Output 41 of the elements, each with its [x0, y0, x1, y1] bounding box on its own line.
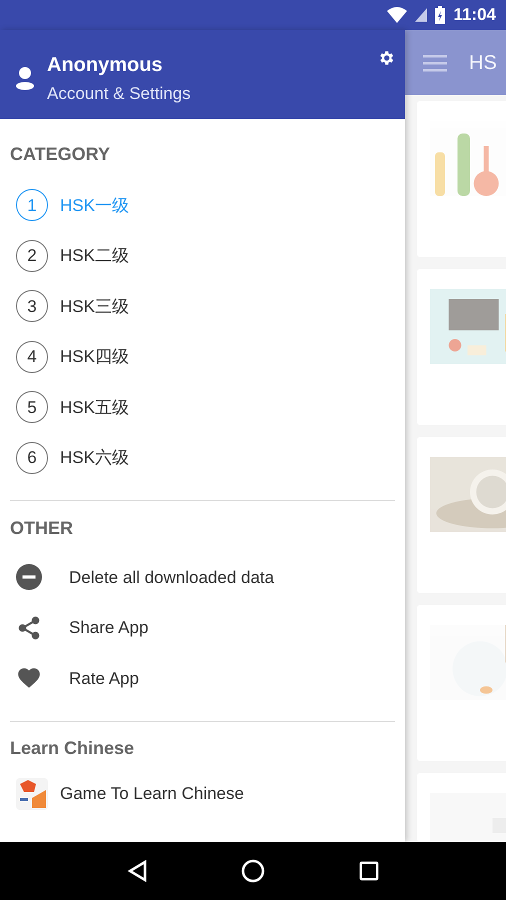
category-label: HSK二级	[60, 245, 129, 267]
person-icon	[16, 66, 34, 90]
drawer-header[interactable]: Anonymous Account & Settings	[0, 30, 405, 119]
category-label: HSK一级	[60, 194, 129, 216]
section-title: CATEGORY	[10, 143, 112, 166]
app-link-item[interactable]: Game To Learn Chinese	[10, 774, 395, 814]
status-time: 11:04	[453, 4, 496, 26]
menu-label: Delete all downloaded data	[69, 566, 274, 588]
category-item[interactable]: 5 HSK五级	[10, 382, 395, 432]
category-item[interactable]: 2 HSK二级	[10, 230, 395, 281]
share-icon	[16, 614, 42, 641]
category-label: HSK三级	[60, 296, 129, 318]
menu-label: Rate App	[69, 668, 139, 690]
lesson-card[interactable]	[417, 269, 506, 425]
category-item[interactable]: 6 HSK六级	[10, 432, 395, 483]
app-link-label: Game To Learn Chinese	[60, 782, 244, 805]
app-icon	[16, 778, 48, 810]
menu-item[interactable]: Share App	[10, 602, 395, 653]
account-subtitle: Account & Settings	[47, 83, 191, 105]
home-icon[interactable]	[241, 859, 265, 883]
lesson-card[interactable]	[417, 101, 506, 257]
wifi-icon	[387, 7, 408, 23]
account-name: Anonymous	[47, 53, 164, 78]
back-icon[interactable]	[127, 860, 147, 882]
category-label: HSK四级	[60, 346, 129, 368]
section-title: Learn Chinese	[10, 736, 136, 760]
minus-circle-icon	[16, 564, 42, 590]
category-label: HSK六级	[60, 447, 129, 469]
menu-item[interactable]: Delete all downloaded data	[10, 552, 395, 602]
toolbar-title: HS	[469, 50, 497, 76]
menu-icon[interactable]	[423, 54, 447, 72]
category-item[interactable]: 3 HSK三级	[10, 281, 395, 332]
signal-icon	[415, 7, 428, 23]
lesson-card[interactable]	[417, 437, 506, 593]
menu-item[interactable]: Rate App	[10, 653, 395, 704]
category-item[interactable]: 4 HSK四级	[10, 332, 395, 382]
section-title: OTHER	[10, 517, 74, 540]
recents-icon[interactable]	[359, 861, 379, 881]
menu-label: Share App	[69, 617, 148, 639]
battery-icon	[435, 6, 446, 24]
category-label: HSK五级	[60, 396, 129, 418]
